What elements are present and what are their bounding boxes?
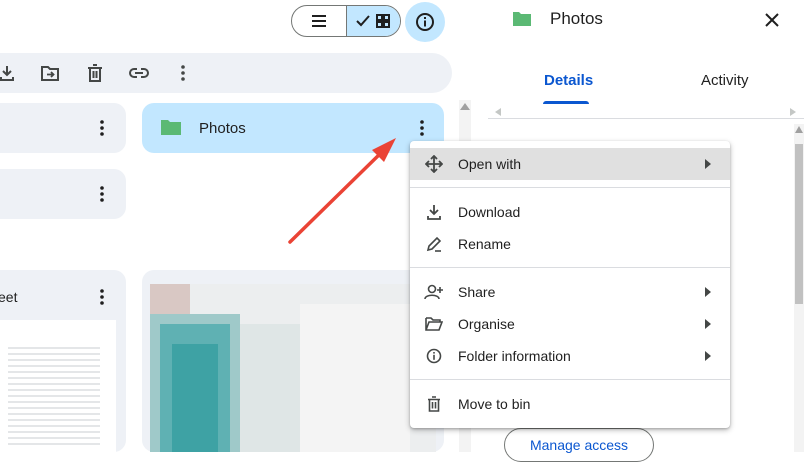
menu-item-share[interactable]: Share — [410, 276, 730, 308]
menu-item-label: Folder information — [458, 348, 571, 364]
info-icon — [424, 346, 444, 366]
tab-details[interactable]: Details — [544, 72, 593, 89]
toolbar-link-button[interactable] — [128, 62, 150, 84]
menu-separator — [410, 187, 730, 188]
toolbar-more-button[interactable] — [172, 62, 194, 84]
toolbar-download-button[interactable] — [0, 62, 18, 84]
menu-item-label: Download — [458, 204, 521, 220]
delete-icon — [88, 64, 102, 82]
submenu-arrow-icon — [705, 159, 711, 169]
folder-card-photos[interactable]: Photos — [142, 103, 444, 153]
menu-item-label: Open with — [458, 156, 522, 172]
menu-item-download[interactable]: Download — [410, 196, 730, 228]
image-thumbnail — [150, 284, 436, 452]
submenu-arrow-icon — [705, 351, 711, 361]
folder-icon — [161, 120, 181, 135]
folder-name: Photos — [199, 120, 246, 137]
download-icon — [0, 66, 14, 81]
folder-card[interactable] — [0, 103, 126, 153]
submenu-arrow-icon — [705, 287, 711, 297]
menu-item-organise[interactable]: Organise — [410, 308, 730, 340]
active-tab-indicator — [543, 101, 589, 104]
menu-item-rename[interactable]: Rename — [410, 228, 730, 260]
file-name: eet — [0, 289, 18, 305]
more-vert-icon — [100, 120, 104, 136]
more-vert-icon — [100, 289, 104, 305]
menu-item-label: Organise — [458, 316, 515, 332]
menu-item-folder-information[interactable]: Folder information — [410, 340, 730, 372]
file-card-image[interactable] — [142, 270, 444, 452]
person-add-icon — [424, 282, 444, 302]
panel-scrollbar[interactable] — [794, 124, 804, 452]
download-icon — [424, 202, 444, 222]
spreadsheet-thumbnail — [0, 320, 116, 452]
photos-more-actions-button[interactable] — [410, 116, 434, 140]
card-more-button[interactable] — [90, 116, 114, 140]
blurred-image-preview — [150, 284, 436, 452]
list-view-icon — [311, 15, 326, 27]
folder-card[interactable] — [0, 169, 126, 219]
folder-open-icon — [424, 314, 444, 334]
scroll-up-arrow-icon — [460, 103, 470, 110]
tab-scroll-left-icon[interactable] — [495, 108, 501, 116]
info-icon — [416, 13, 434, 31]
menu-item-label: Move to bin — [458, 396, 531, 412]
close-icon — [765, 13, 779, 27]
close-panel-button[interactable] — [760, 8, 784, 32]
details-info-button[interactable] — [405, 2, 445, 42]
tab-activity[interactable]: Activity — [701, 72, 749, 89]
trash-icon — [424, 394, 444, 414]
more-vert-icon — [181, 65, 185, 81]
view-toggle — [291, 5, 401, 37]
link-icon — [129, 68, 149, 78]
move-to-folder-icon — [41, 66, 59, 81]
list-view-button[interactable] — [292, 6, 346, 36]
menu-item-label: Share — [458, 284, 496, 300]
menu-item-open-with[interactable]: Open with — [410, 148, 730, 180]
panel-scroll-up-icon — [795, 126, 803, 133]
selection-toolbar — [0, 53, 452, 93]
manage-access-button[interactable]: Manage access — [504, 428, 654, 462]
rename-pencil-icon — [424, 234, 444, 254]
submenu-arrow-icon — [705, 319, 711, 329]
context-menu: Open with Download Rename Share Organise… — [410, 141, 730, 428]
menu-item-move-to-bin[interactable]: Move to bin — [410, 388, 730, 420]
menu-separator — [410, 267, 730, 268]
more-vert-icon — [420, 120, 424, 136]
grid-view-button[interactable] — [345, 6, 400, 36]
toolbar-delete-button[interactable] — [84, 62, 106, 84]
more-vert-icon — [100, 186, 104, 202]
grid-view-icon — [376, 14, 391, 28]
menu-item-label: Rename — [458, 236, 511, 252]
move-arrows-icon — [424, 154, 444, 174]
card-more-button[interactable] — [90, 182, 114, 206]
panel-divider — [488, 118, 804, 119]
file-card-spreadsheet[interactable]: eet — [0, 270, 126, 452]
panel-title: Photos — [550, 9, 603, 28]
check-icon — [356, 15, 371, 27]
panel-folder-icon — [513, 12, 531, 26]
menu-separator — [410, 379, 730, 380]
card-more-button[interactable] — [90, 285, 114, 309]
tab-scroll-right-icon[interactable] — [790, 108, 796, 116]
spreadsheet-preview-lines — [8, 347, 100, 445]
toolbar-move-button[interactable] — [39, 62, 61, 84]
panel-scroll-thumb[interactable] — [795, 144, 803, 304]
